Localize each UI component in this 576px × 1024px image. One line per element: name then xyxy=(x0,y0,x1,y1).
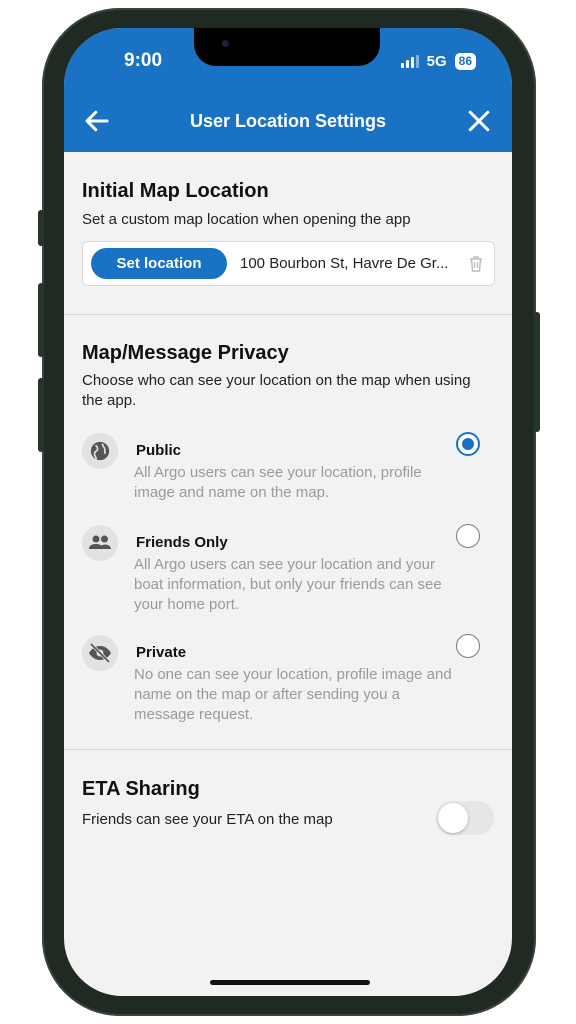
location-field: Set location 100 Bourbon St, Havre De Gr… xyxy=(82,241,495,286)
power-button xyxy=(534,312,540,432)
camera-icon xyxy=(222,40,229,47)
home-indicator xyxy=(210,980,370,985)
privacy-description: Choose who can see your location on the … xyxy=(82,372,471,409)
signal-icon xyxy=(400,55,419,68)
volume-down-button xyxy=(38,378,44,452)
globe-icon xyxy=(82,433,118,469)
initial-map-location-description: Set a custom map location when opening t… xyxy=(82,211,411,228)
initial-map-location-title: Initial Map Location xyxy=(82,180,269,202)
radio-public[interactable] xyxy=(456,432,480,456)
privacy-option-private-description: No one can see your location, profile im… xyxy=(134,666,452,723)
privacy-option-friends-label: Friends Only xyxy=(136,534,228,551)
status-time: 9:00 xyxy=(124,50,163,71)
screen: 9:00 5G 86 User Location Settings Initia… xyxy=(64,28,512,996)
privacy-option-public-description: All Argo users can see your location, pr… xyxy=(134,464,422,501)
location-value: 100 Bourbon St, Havre De Gr... xyxy=(240,255,449,272)
page-title: User Location Settings xyxy=(189,111,387,131)
set-location-button[interactable]: Set location xyxy=(91,248,227,279)
notch xyxy=(194,28,380,66)
section-divider xyxy=(64,749,512,750)
close-icon[interactable] xyxy=(464,106,494,136)
privacy-option-public-label: Public xyxy=(136,442,182,459)
eta-sharing-description: Friends can see your ETA on the map xyxy=(82,811,333,828)
battery-icon: 86 xyxy=(454,53,476,70)
toggle-knob xyxy=(438,803,468,833)
volume-up-button xyxy=(38,283,44,357)
network-label: 5G xyxy=(426,53,447,70)
eta-sharing-title: ETA Sharing xyxy=(82,778,200,800)
people-icon xyxy=(82,525,118,561)
privacy-option-private-label: Private xyxy=(136,644,187,661)
section-divider xyxy=(64,314,512,315)
status-indicators: 5G 86 xyxy=(400,53,476,70)
trash-icon[interactable] xyxy=(468,255,484,273)
privacy-title: Map/Message Privacy xyxy=(82,342,289,364)
radio-friends-only[interactable] xyxy=(456,524,480,548)
privacy-option-friends-description: All Argo users can see your location and… xyxy=(134,556,442,613)
mute-switch xyxy=(38,210,44,246)
radio-private[interactable] xyxy=(456,634,480,658)
eta-sharing-toggle[interactable] xyxy=(436,801,494,835)
eye-off-icon xyxy=(82,635,118,671)
